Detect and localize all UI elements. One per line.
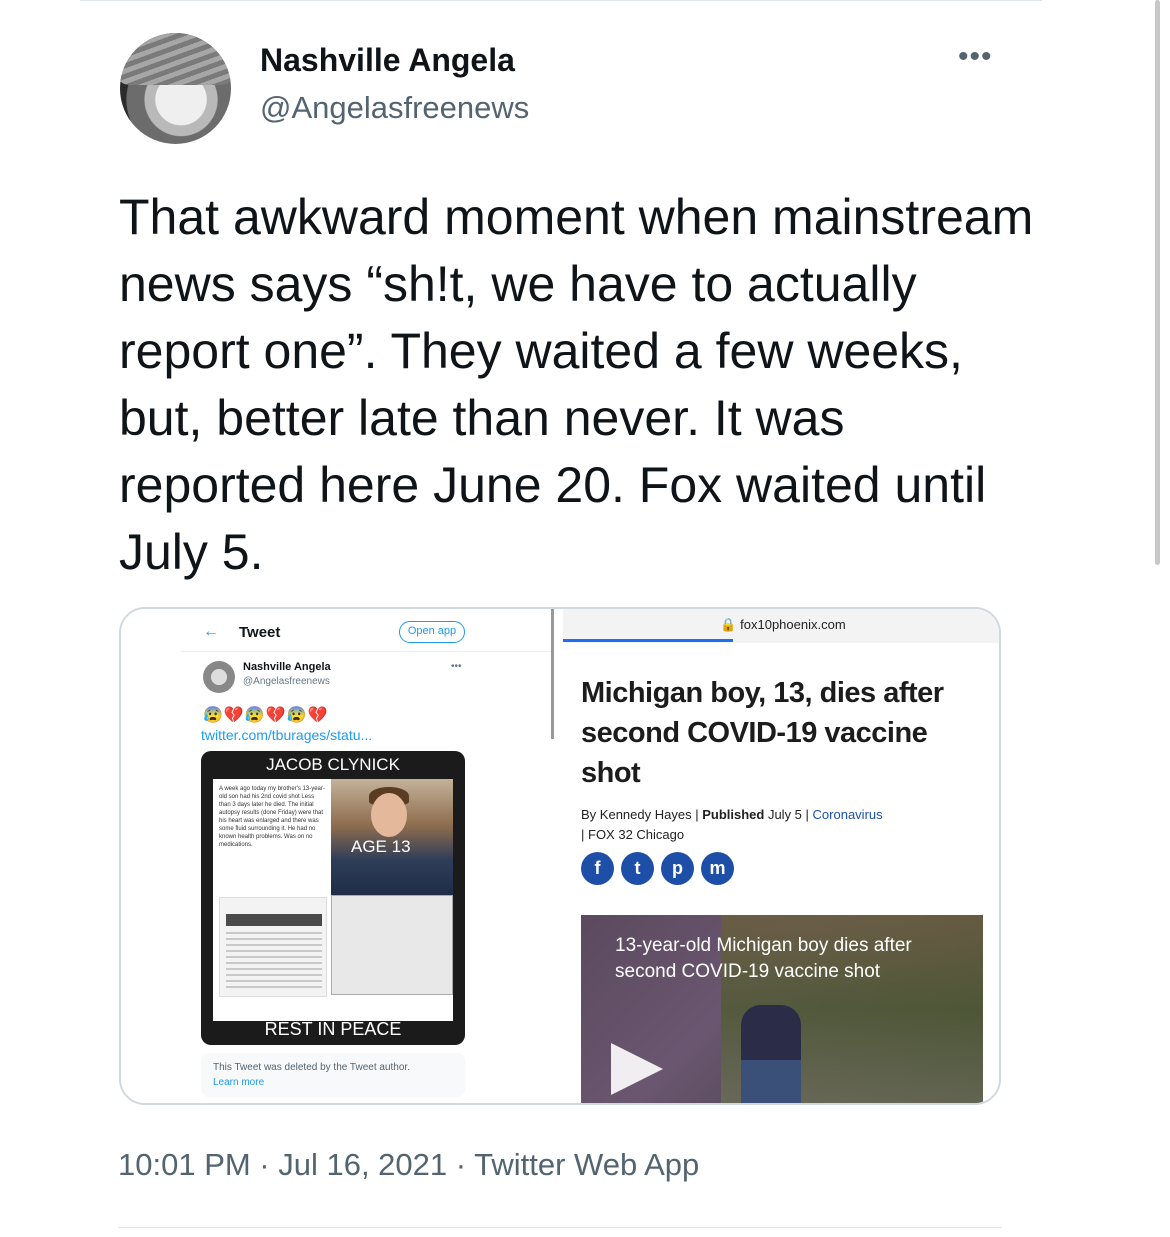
top-divider [80, 0, 1042, 1]
learn-more-link: Learn more [213, 1077, 265, 1088]
obituary-lines [226, 932, 322, 992]
embedded-link: twitter.com/tburages/statu... [201, 727, 373, 743]
embedded-avatar [203, 661, 235, 693]
print-icon: p [661, 852, 694, 885]
back-arrow-icon: ← [203, 623, 219, 640]
tweet-media[interactable]: ← Tweet Open app Nashville Angela @Angel… [119, 607, 1001, 1105]
avatar[interactable] [120, 33, 231, 144]
article-headline: Michigan boy, 13, dies after second COVI… [581, 677, 944, 789]
memorial-card: JACOB CLYNICK A week ago today my brothe… [201, 751, 465, 1045]
media-divider [551, 609, 554, 739]
email-icon: m [701, 852, 734, 885]
vaccination-card-image [331, 895, 453, 995]
embedded-tweet-screenshot[interactable]: ← Tweet Open app Nashville Angela @Angel… [121, 609, 551, 1103]
embedded-name: Nashville Angela [243, 661, 331, 673]
obituary-bar [226, 914, 322, 926]
twitter-icon: t [621, 852, 654, 885]
age-label: AGE 13 [351, 837, 411, 856]
article-byline: By Kennedy Hayes | Published July 5 | Co… [581, 805, 991, 845]
play-icon [611, 1043, 663, 1095]
video-person [741, 1005, 801, 1103]
more-options-icon[interactable]: ••• [958, 40, 993, 74]
byline-category: Coronavirus [812, 807, 883, 822]
byline-date: July 5 [767, 807, 802, 822]
news-article-screenshot[interactable]: 🔒 fox10phoenix.com Michigan boy, 13, die… [563, 609, 999, 1103]
display-name[interactable]: Nashville Angela [260, 42, 515, 79]
deleted-text: This Tweet was deleted by the Tweet auth… [213, 1062, 410, 1073]
memorial-text: A week ago today my brother's 13-year-ol… [219, 786, 325, 848]
video-caption: 13-year-old Michigan boy dies after seco… [615, 935, 912, 982]
embedded-handle: @Angelasfreenews [243, 676, 330, 687]
embedded-header: Tweet [239, 624, 281, 641]
emoji-row: 😰💔😰💔😰💔 [203, 707, 329, 724]
byline-station: FOX 32 Chicago [588, 827, 685, 842]
url-text: 🔒 fox10phoenix.com [720, 617, 846, 632]
tweet-timestamp[interactable]: 10:01 PM · Jul 16, 2021 · Twitter Web Ap… [118, 1147, 699, 1183]
bottom-divider [118, 1227, 1002, 1228]
scrollbar[interactable] [1155, 0, 1160, 565]
deleted-tweet-notice: This Tweet was deleted by the Tweet auth… [201, 1053, 465, 1097]
avatar-hat [120, 33, 231, 85]
memorial-footer: REST IN PEACE [264, 1019, 402, 1039]
embedded-more-icon: ••• [451, 661, 462, 672]
user-handle[interactable]: @Angelasfreenews [260, 90, 529, 126]
photo-face [371, 793, 407, 837]
open-app-button: Open app [399, 621, 465, 643]
byline-sep-3: | [581, 827, 588, 842]
facebook-icon: f [581, 852, 614, 885]
byline-published-label: Published [702, 807, 765, 822]
memorial-card-inner: A week ago today my brother's 13-year-ol… [213, 779, 453, 1021]
byline-by: By [581, 807, 597, 822]
video-thumbnail: 13-year-old Michigan boy dies after seco… [581, 915, 983, 1103]
loading-progress-bar [563, 639, 733, 642]
byline-sep-2: | [805, 807, 813, 822]
byline-author: Kennedy Hayes [599, 807, 692, 822]
memorial-title: JACOB CLYNICK [266, 755, 400, 774]
embedded-divider [181, 651, 551, 652]
tweet-text: That awkward moment when mainstream news… [119, 189, 1034, 580]
obituary-image [219, 897, 327, 997]
share-buttons: ftpm [581, 852, 741, 885]
